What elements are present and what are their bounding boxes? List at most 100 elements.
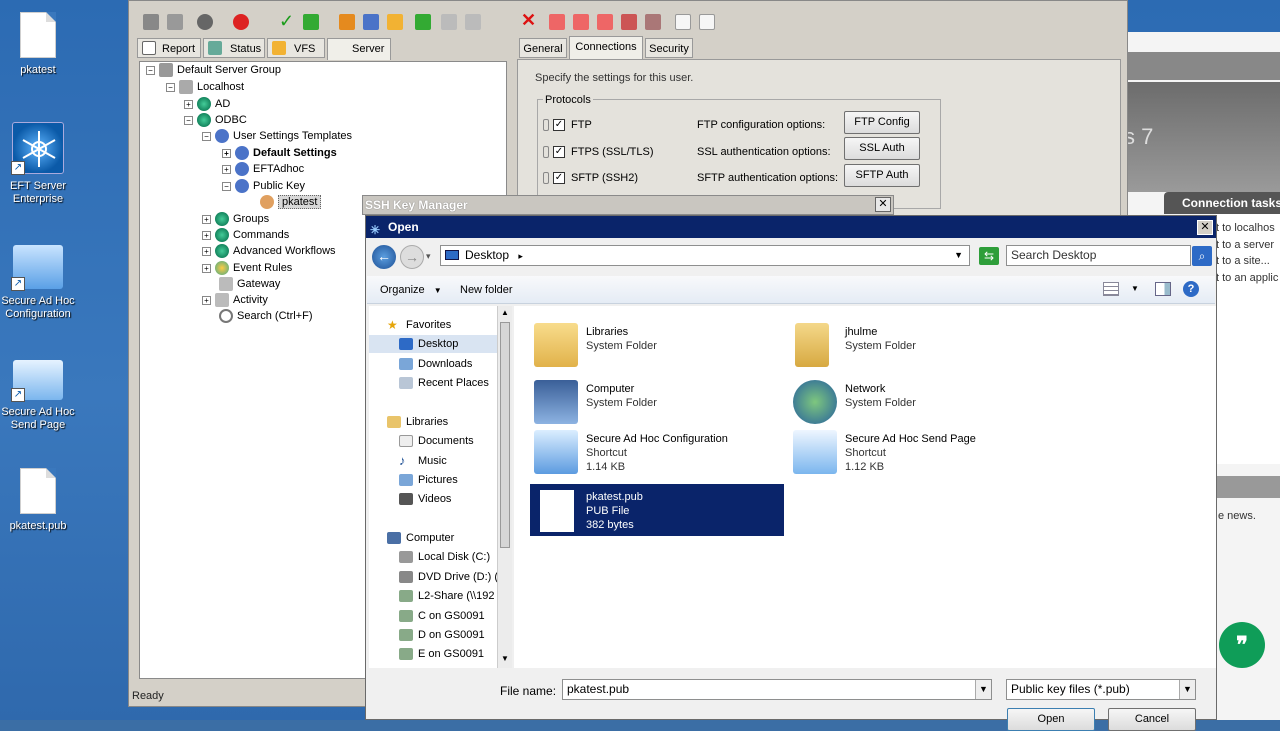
back-button[interactable]: ← [372,245,396,269]
tree-node-eftadhoc[interactable]: + EFTAdhoc [222,161,304,177]
file-item-pkatest-pub[interactable]: pkatest.pub PUB File 382 bytes [540,490,643,532]
export-icon[interactable] [465,14,481,30]
nav-c-on-gs0091[interactable]: C on GS0091 [369,607,497,625]
nav-l2-share[interactable]: L2-Share (\\192 [369,587,497,605]
report4-icon[interactable] [621,14,637,30]
address-dropdown-arrow[interactable]: ▼ [954,246,963,265]
desktop-icon-pkatest-pub[interactable]: pkatest.pub [0,468,76,533]
nav-computer[interactable]: Computer [369,529,497,547]
chat-bubble-icon[interactable]: ❞ [1219,622,1265,668]
nav-recent-places[interactable]: Recent Places [369,374,497,392]
search-icon[interactable]: ⌕ [1192,246,1212,266]
scroll-up-arrow[interactable]: ▲ [501,308,509,317]
tab-server[interactable]: Server [327,38,391,60]
close-icon[interactable]: ✕ [1197,220,1213,235]
forward-button[interactable]: → [400,245,424,269]
tab-general[interactable]: General [519,38,567,58]
tree-node-default-settings[interactable]: + Default Settings [222,145,337,161]
tab-connections[interactable]: Connections [569,36,643,59]
collapse-icon[interactable]: − [146,65,155,75]
task-link[interactable]: t to a server [1216,239,1280,251]
tree-node-localhost[interactable]: − Localhost [166,79,244,95]
new-folder-button[interactable]: New folder [460,284,513,296]
nav-desktop[interactable]: Desktop [369,335,497,353]
connect-icon[interactable] [143,14,159,30]
sftp-checkbox[interactable]: ✓ [553,172,565,184]
ssl-auth-button[interactable]: SSL Auth [844,137,920,160]
ftp-config-button[interactable]: FTP Config [844,111,920,134]
nav-scrollbar[interactable]: ▲ ▼ [497,306,512,668]
ftp-checkbox[interactable]: ✓ [553,119,565,131]
tree-node-user-settings-templates[interactable]: − User Settings Templates [202,128,352,144]
nav-local-disk[interactable]: Local Disk (C:) [369,548,497,566]
organize-menu[interactable]: Organize ▼ [380,284,442,296]
close-icon[interactable]: ✕ [875,197,891,212]
expand-icon[interactable]: + [222,164,231,174]
scroll-thumb[interactable] [500,322,510,548]
expand-icon[interactable]: + [222,148,231,158]
recent-locations-arrow[interactable]: ▾ [426,251,431,262]
tree-node-ad[interactable]: + AD [184,96,230,112]
report3-icon[interactable] [597,14,613,30]
help-page-icon[interactable] [699,14,715,30]
refresh-icon[interactable] [303,14,319,30]
add-icon[interactable] [415,14,431,30]
file-name-input[interactable]: pkatest.pub ▼ [562,679,992,700]
nav-videos[interactable]: Videos [369,490,497,508]
tab-security[interactable]: Security [645,38,693,58]
settings-icon[interactable] [363,14,379,30]
expand-icon[interactable]: + [202,246,211,256]
report-icon[interactable] [549,14,565,30]
expand-icon[interactable]: + [202,230,211,240]
help-doc-icon[interactable] [675,14,691,30]
breadcrumb-arrow[interactable]: ▸ [518,251,523,261]
tab-vfs[interactable]: VFS [267,38,325,58]
collapse-icon[interactable]: − [222,181,231,191]
nav-libraries[interactable]: Libraries [369,413,497,431]
file-item-jhulme[interactable]: jhulme System Folder [795,323,916,367]
tools-icon[interactable] [645,14,661,30]
tree-node-odbc[interactable]: − ODBC [184,112,247,128]
tasks-tab[interactable]: Connection tasks [1164,192,1280,214]
refresh-icon[interactable]: ⇆ [979,247,999,265]
view-dropdown-arrow[interactable]: ▼ [1131,284,1139,293]
tree-node-pkatest[interactable]: pkatest [260,194,322,210]
file-item-secure-adhoc-config[interactable]: Secure Ad Hoc Configuration Shortcut 1.1… [534,430,728,474]
task-link[interactable]: t to a site... [1216,255,1280,267]
nav-documents[interactable]: Documents [369,432,497,450]
help-icon[interactable]: ? [1183,281,1199,297]
nav-favorites[interactable]: ★ Favorites [369,316,497,334]
expand-icon[interactable]: + [202,214,211,224]
tree-node-search[interactable]: Search (Ctrl+F) [219,308,313,324]
chevron-down-icon[interactable]: ▼ [975,680,991,699]
expand-icon[interactable]: + [202,295,211,305]
view-options-icon[interactable] [1103,282,1119,296]
delete-icon[interactable]: ✕ [521,10,536,31]
tree-node-public-key[interactable]: − Public Key [222,178,305,194]
nav-d-on-gs0091[interactable]: D on GS0091 [369,626,497,644]
scroll-down-arrow[interactable]: ▼ [501,654,509,663]
new-folder-icon[interactable] [387,14,403,30]
chevron-down-icon[interactable]: ▼ [1179,680,1195,699]
expand-icon[interactable]: + [184,99,193,109]
task-link[interactable]: t to localhos [1216,222,1280,234]
expand-icon[interactable]: + [202,263,211,273]
file-type-select[interactable]: Public key files (*.pub) ▼ [1006,679,1196,700]
tree-node-commands[interactable]: + Commands [202,227,289,243]
tree-node-advanced-workflows[interactable]: + Advanced Workflows [202,243,336,259]
tree-node-groups[interactable]: + Groups [202,211,269,227]
server-icon[interactable] [197,14,213,30]
collapse-icon[interactable]: − [184,115,193,125]
desktop-icon-eft-server[interactable]: ↗ EFT Server Enterprise [0,122,76,206]
collapse-icon[interactable]: − [202,131,211,141]
task-link[interactable]: t to an applic [1216,272,1280,284]
search-input[interactable]: Search Desktop [1006,245,1191,266]
desktop-icon-secure-adhoc-config[interactable]: ↗ Secure Ad Hoc Configuration [0,245,76,321]
new-user-icon[interactable] [339,14,355,30]
nav-downloads[interactable]: Downloads [369,355,497,373]
tree-node-activity[interactable]: + Activity [202,292,268,308]
desktop-icon-pkatest[interactable]: pkatest [0,12,76,77]
ftps-checkbox[interactable]: ✓ [553,146,565,158]
file-item-secure-adhoc-send[interactable]: Secure Ad Hoc Send Page Shortcut 1.12 KB [793,430,976,474]
address-bar[interactable]: Desktop ▸ ▼ [440,245,970,266]
